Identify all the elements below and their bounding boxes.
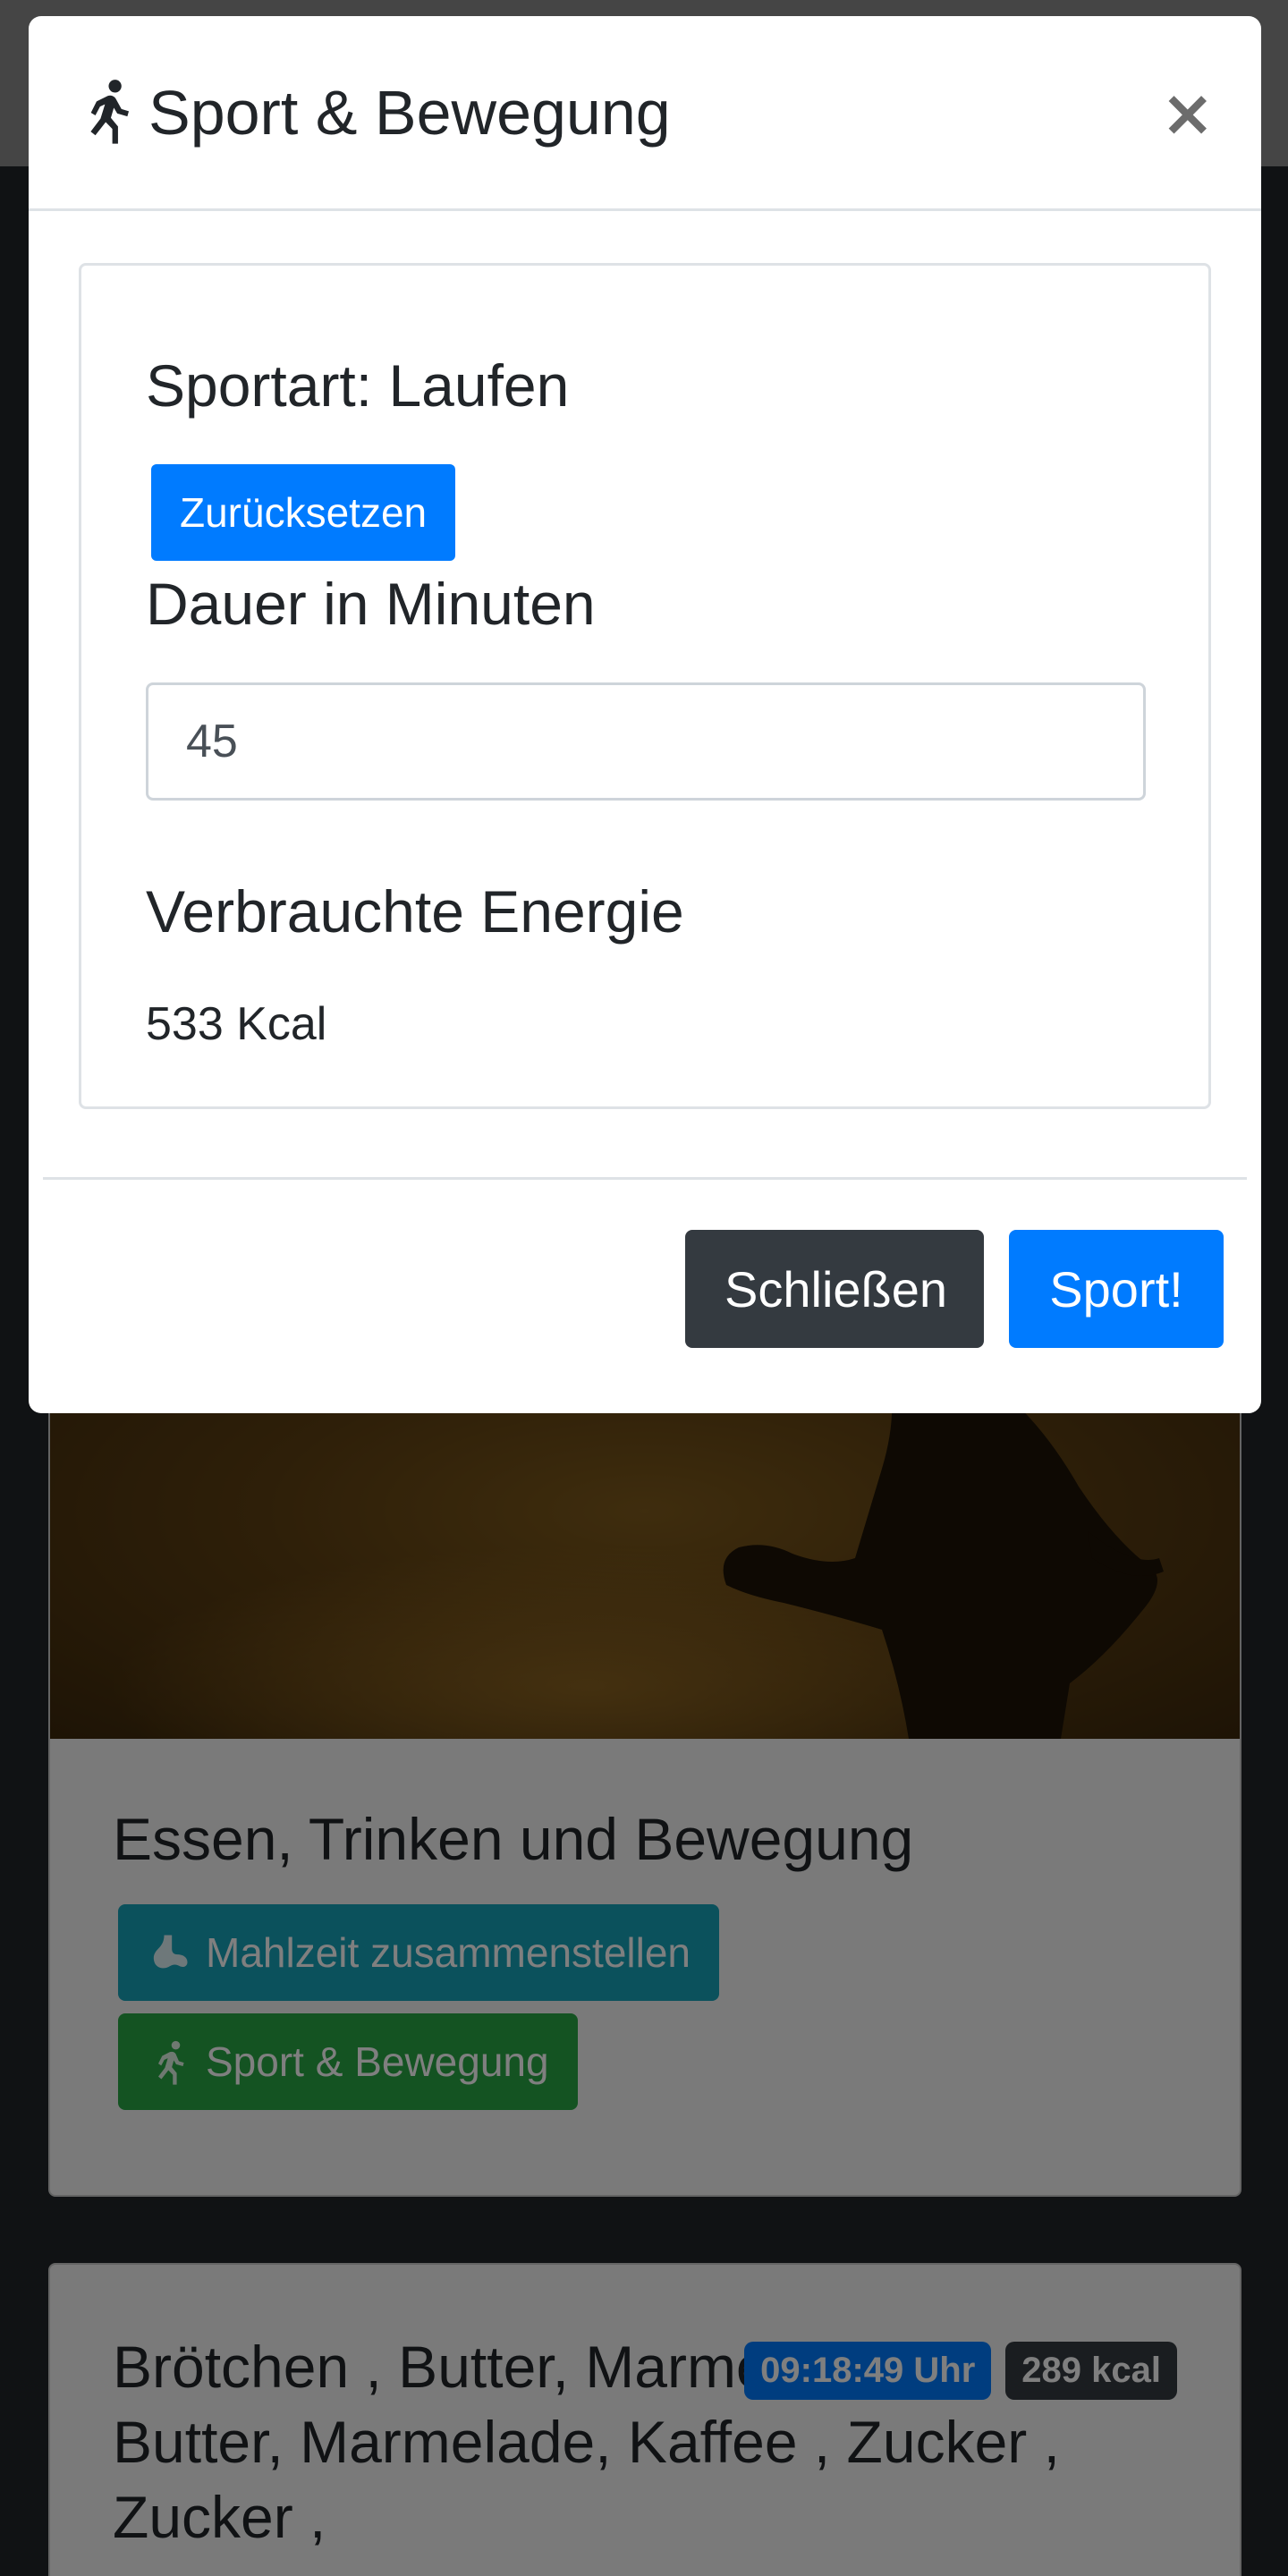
sport-type-label: Sportart: Laufen bbox=[146, 352, 570, 419]
modal-header: Sport & Bewegung × bbox=[29, 16, 1261, 211]
sport-modal: Sport & Bewegung × Sportart: Laufen Zurü… bbox=[29, 16, 1261, 1413]
energy-value: 533 Kcal bbox=[146, 998, 327, 1050]
modal-footer: Schließen Sport! bbox=[43, 1177, 1247, 1413]
running-icon bbox=[90, 79, 130, 144]
sport-form-card: Sportart: Laufen Zurücksetzen Dauer in M… bbox=[79, 263, 1211, 1109]
submit-sport-button[interactable]: Sport! bbox=[1009, 1230, 1224, 1348]
duration-input[interactable] bbox=[146, 682, 1146, 801]
reset-button[interactable]: Zurücksetzen bbox=[151, 464, 456, 561]
duration-label: Dauer in Minuten bbox=[146, 571, 596, 637]
energy-label: Verbrauchte Energie bbox=[146, 878, 684, 945]
close-button[interactable]: Schließen bbox=[685, 1230, 984, 1348]
close-icon[interactable]: × bbox=[1161, 80, 1215, 145]
modal-title: Sport & Bewegung bbox=[148, 77, 671, 148]
